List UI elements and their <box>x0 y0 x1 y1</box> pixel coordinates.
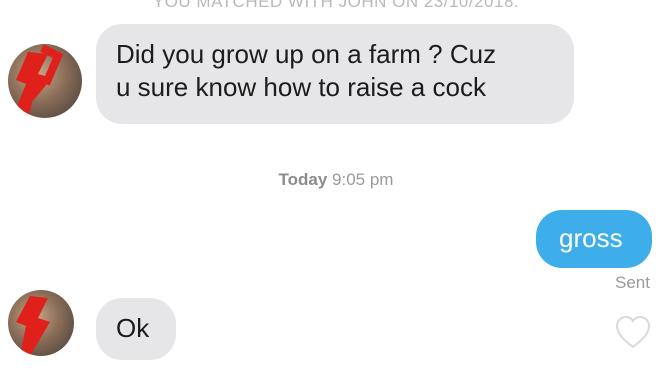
message-text: gross <box>559 223 623 253</box>
match-banner: YOU MATCHED WITH JOHN ON 23/10/2018. <box>152 0 520 11</box>
message-text-line: u sure know how to raise a cock <box>116 72 486 102</box>
timestamp-day: Today <box>278 170 328 189</box>
avatar-redaction-scribble <box>14 44 64 118</box>
avatar-redaction-scribble <box>16 296 50 356</box>
heart-icon[interactable] <box>614 314 652 350</box>
message-text-line: Did you grow up on a farm ? Cuz <box>116 39 497 69</box>
message-bubble-outgoing[interactable]: gross <box>536 210 652 268</box>
message-bubble-incoming[interactable]: Did you grow up on a farm ? Cuz u sure k… <box>96 24 574 124</box>
message-bubble-incoming[interactable]: Ok <box>96 298 176 360</box>
timestamp-time: 9:05 pm <box>332 170 394 189</box>
sender-avatar[interactable] <box>8 44 82 118</box>
message-text: Ok <box>116 313 150 343</box>
sender-avatar[interactable] <box>8 290 74 356</box>
message-timestamp: Today 9:05 pm <box>0 170 672 190</box>
delivery-status: Sent <box>615 273 650 292</box>
